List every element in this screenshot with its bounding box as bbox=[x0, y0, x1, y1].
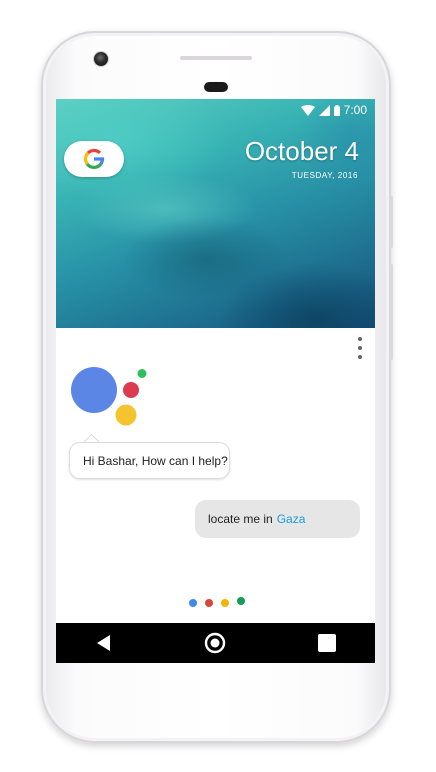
listening-dot-green bbox=[237, 597, 245, 605]
status-bar: 7:00 bbox=[300, 103, 367, 117]
listening-indicator bbox=[189, 597, 249, 609]
google-search-widget[interactable] bbox=[64, 141, 124, 177]
assistant-logo-red-dot bbox=[123, 382, 139, 398]
lockscreen-wallpaper: 7:00 October 4 TUESDAY, 2016 bbox=[56, 99, 375, 328]
assistant-greeting-text: Hi Bashar, How can I help? bbox=[83, 453, 228, 468]
assistant-greeting-bubble: Hi Bashar, How can I help? bbox=[69, 442, 230, 479]
lockscreen-date: October 4 bbox=[244, 136, 359, 166]
lockscreen-day: TUESDAY, 2016 bbox=[291, 171, 358, 180]
user-query-text: locate me in bbox=[208, 512, 273, 526]
assistant-logo-yellow-dot bbox=[115, 404, 137, 426]
more-vert-icon[interactable] bbox=[356, 337, 364, 359]
signal-icon bbox=[318, 104, 330, 116]
navigation-bar bbox=[56, 623, 375, 663]
user-query-location-link[interactable]: Gaza bbox=[277, 512, 306, 526]
listening-dot-red bbox=[205, 599, 213, 607]
volume-button bbox=[390, 264, 393, 360]
recents-square-icon[interactable] bbox=[307, 623, 347, 663]
user-query-bubble: locate me in Gaza bbox=[195, 500, 360, 538]
phone-screen: 7:00 October 4 TUESDAY, 2016 Hi Bashar, … bbox=[56, 99, 375, 663]
front-camera-icon bbox=[94, 52, 108, 66]
assistant-logo-icon bbox=[71, 367, 147, 426]
assistant-logo-green-dot bbox=[137, 369, 147, 378]
back-triangle-icon[interactable] bbox=[84, 623, 124, 663]
google-g-icon bbox=[83, 148, 105, 169]
earpiece-speaker bbox=[180, 56, 252, 60]
wifi-icon bbox=[300, 104, 315, 116]
home-circle-icon[interactable] bbox=[195, 623, 235, 663]
power-button bbox=[390, 196, 393, 248]
status-time: 7:00 bbox=[343, 103, 367, 117]
assistant-logo-blue-dot bbox=[71, 367, 117, 413]
proximity-sensor bbox=[204, 82, 228, 92]
listening-dot-blue bbox=[189, 599, 197, 607]
listening-dot-yellow bbox=[221, 599, 229, 607]
battery-icon bbox=[333, 104, 340, 116]
